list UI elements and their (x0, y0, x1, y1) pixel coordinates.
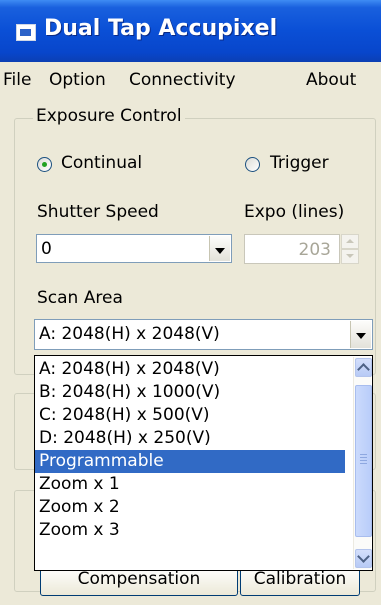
app-icon[interactable] (16, 24, 36, 41)
list-item[interactable]: Zoom x 1 (35, 473, 345, 496)
list-item[interactable]: D: 2048(H) x 250(V) (35, 427, 345, 450)
chevron-down-icon (356, 333, 366, 339)
scan-area-combo[interactable]: A: 2048(H) x 2048(V) (34, 319, 373, 350)
arrow-down-icon (346, 254, 354, 258)
list-item[interactable]: B: 2048(H) x 1000(V) (35, 381, 345, 404)
radio-continual[interactable] (37, 157, 52, 172)
menu-bar: File Option Connectivity About (0, 62, 381, 98)
list-item[interactable]: C: 2048(H) x 500(V) (35, 404, 345, 427)
scan-area-dropdown-list: A: 2048(H) x 2048(V) B: 2048(H) x 1000(V… (34, 355, 373, 571)
scan-area-value: A: 2048(H) x 2048(V) (39, 324, 220, 344)
calibration-label: Calibration (253, 569, 347, 589)
shutter-speed-label: Shutter Speed (37, 202, 159, 222)
title-bar[interactable]: Dual Tap Accupixel (0, 0, 381, 62)
menu-option[interactable]: Option (49, 70, 106, 90)
shutter-dropdown-button[interactable] (209, 236, 230, 261)
menu-connectivity[interactable]: Connectivity (129, 70, 236, 90)
radio-selected-dot (42, 162, 47, 167)
grip-line (360, 460, 367, 461)
expo-lines-label: Expo (lines) (244, 202, 345, 222)
grip-line (360, 454, 367, 455)
grip-line (360, 463, 367, 464)
menu-file[interactable]: File (3, 70, 31, 90)
shutter-speed-value: 0 (41, 239, 52, 259)
menu-about[interactable]: About (306, 70, 356, 90)
expo-lines-input[interactable]: 203 (244, 234, 340, 264)
compensation-label: Compensation (77, 569, 201, 589)
expo-spin-up[interactable] (341, 234, 359, 249)
expo-lines-value: 203 (298, 240, 331, 260)
radio-continual-label[interactable]: Continual (61, 153, 142, 173)
exposure-control-title: Exposure Control (33, 106, 185, 126)
dropdown-scrollbar[interactable] (353, 357, 372, 569)
chevron-up-icon (357, 363, 370, 376)
list-item-selected[interactable]: Programmable (35, 450, 345, 473)
radio-trigger[interactable] (245, 157, 260, 172)
list-item[interactable]: Zoom x 2 (35, 496, 345, 519)
grip-line (360, 457, 367, 458)
scan-area-dropdown-button[interactable] (350, 321, 371, 348)
window-title: Dual Tap Accupixel (44, 16, 278, 41)
radio-trigger-label[interactable]: Trigger (270, 153, 329, 173)
chevron-down-icon (215, 248, 225, 254)
expo-spin-down[interactable] (341, 249, 359, 264)
arrow-up-icon (346, 239, 354, 243)
scroll-thumb[interactable] (355, 385, 372, 537)
scan-area-label: Scan Area (37, 288, 123, 308)
chevron-down-icon (357, 550, 370, 563)
list-item[interactable]: Zoom x 3 (35, 519, 345, 542)
shutter-speed-combo[interactable]: 0 (36, 234, 232, 263)
scroll-down-button[interactable] (355, 549, 372, 568)
scroll-up-button[interactable] (355, 358, 372, 377)
list-item[interactable]: A: 2048(H) x 2048(V) (35, 358, 345, 381)
